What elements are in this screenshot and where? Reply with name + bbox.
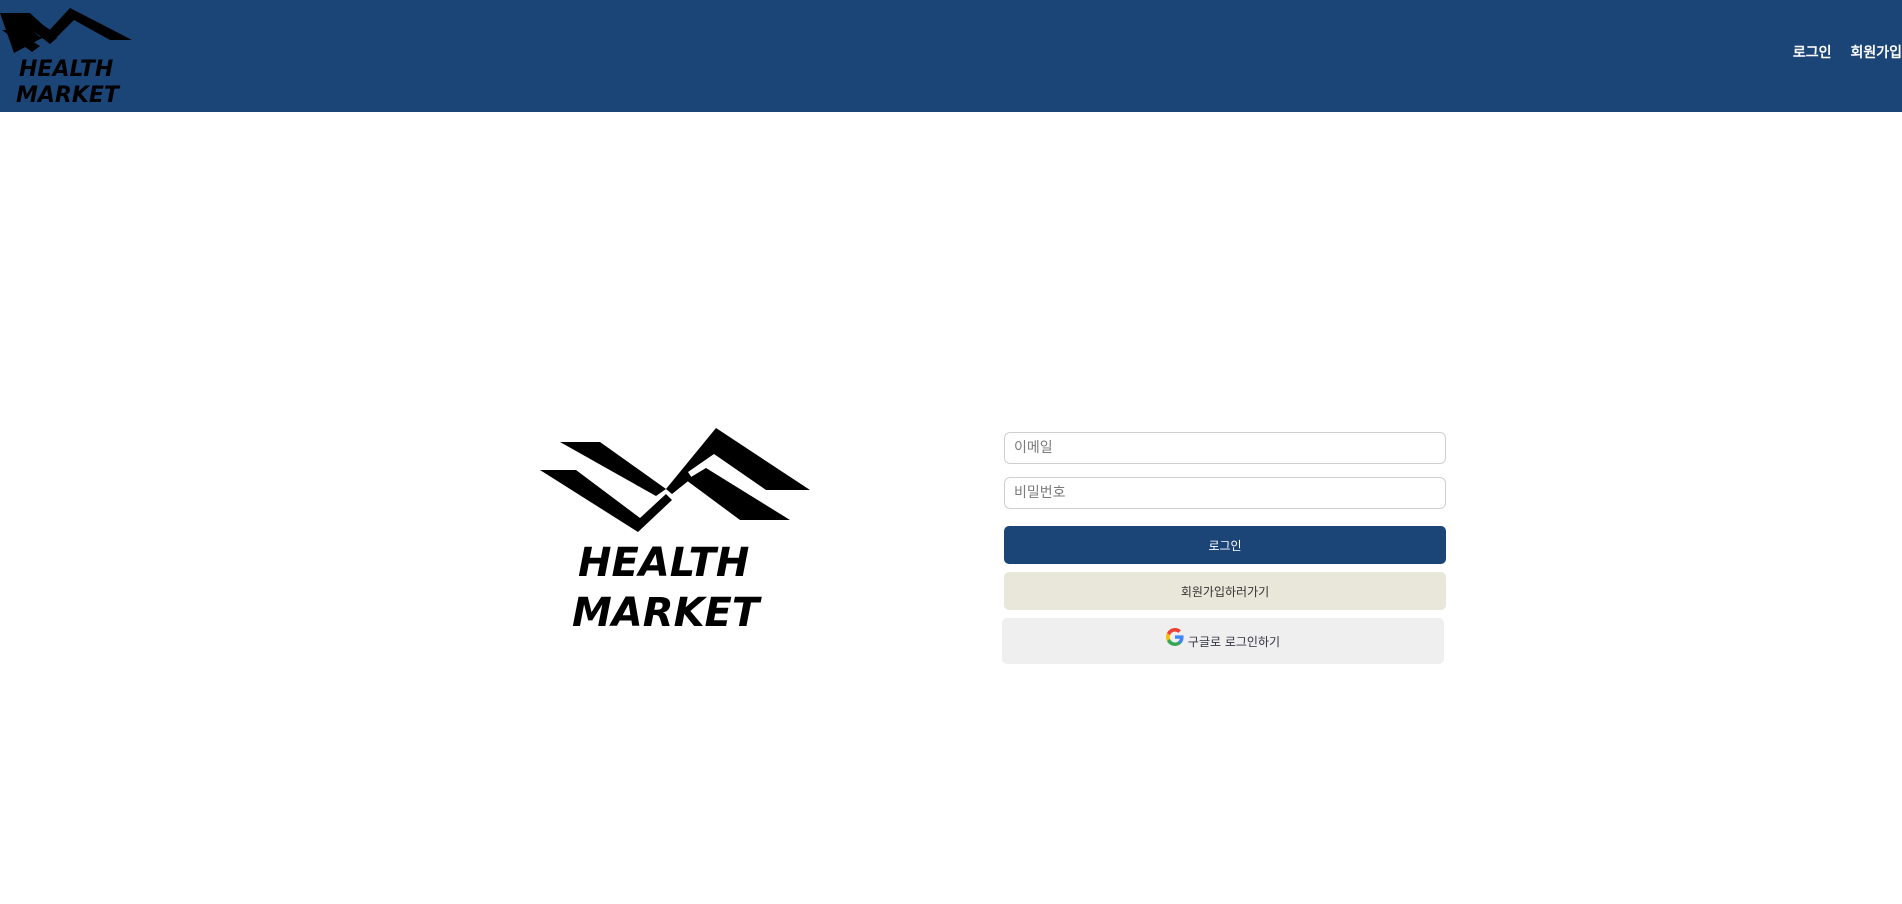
login-button-label: 로그인 [1208,538,1242,553]
header-logo[interactable]: HEALTH MARKET [0,4,134,108]
header: HEALTH MARKET 로그인 회원가입 [0,0,1902,112]
nav-signup-link[interactable]: 회원가입 [1850,42,1902,62]
login-button[interactable]: 로그인 [1004,526,1446,564]
mountain-logo-icon [0,8,132,53]
main-logo-text-line1: HEALTH [578,540,749,586]
google-login-button[interactable]: 구글로 로그인하기 [1002,618,1444,664]
top-nav: 로그인 회원가입 [1774,42,1902,62]
header-logo-text-line2: MARKET [16,83,121,108]
go-to-signup-button[interactable]: 회원가입하러가기 [1004,572,1446,610]
main-logo-text-line2: MARKET [572,590,762,630]
nav-login-link[interactable]: 로그인 [1793,42,1832,62]
email-input[interactable] [1004,432,1446,464]
password-input[interactable] [1004,477,1446,509]
mountain-logo-icon [540,428,810,532]
header-logo-text-line1: HEALTH [19,57,113,82]
google-button-label: 구글로 로그인하기 [1187,634,1281,649]
signup-button-label: 회원가입하러가기 [1180,584,1270,599]
google-g-icon [1165,628,1184,646]
login-form: 로그인 회원가입하러가기 구글로 로그인하기 [1002,432,1446,664]
main-logo: HEALTH MARKET [540,424,812,636]
